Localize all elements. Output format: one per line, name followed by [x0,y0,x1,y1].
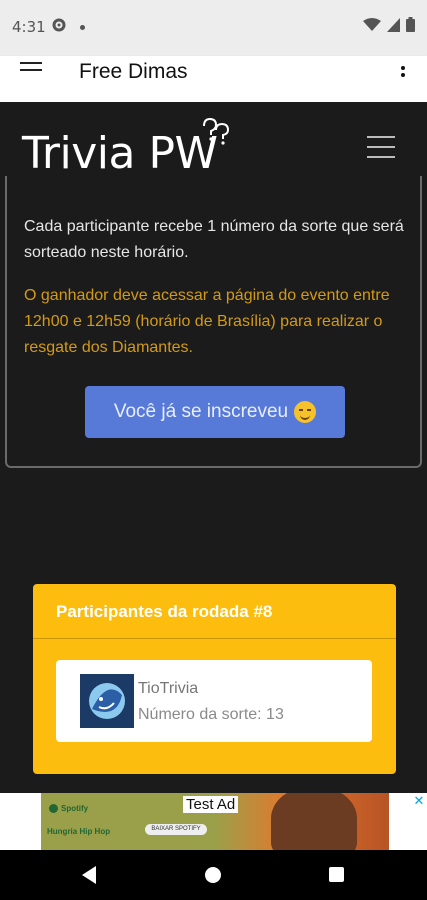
app-title: Free Dimas [79,60,188,83]
tiotrivia-avatar-icon [89,683,125,719]
participants-header: Participantes da rodada #8 [33,584,396,639]
registered-button-label: Você já se inscreveu [113,401,289,422]
menu-icon[interactable] [20,62,42,76]
app-bar: Free Dimas [0,56,427,102]
status-time: 4:31 [12,18,46,36]
smiling-face-icon [294,401,317,423]
signal-icon [387,17,400,32]
winner-info-text: O ganhador deve acessar a página do even… [24,287,390,356]
site-logo[interactable]: Trivia PW [22,128,218,179]
home-icon[interactable] [205,867,221,883]
registered-button[interactable]: Você já se inscreveu [85,386,345,438]
ad-cta-button[interactable]: BAIXAR SPOTIFY [145,824,207,835]
participants-title: Participantes da rodada #8 [56,602,273,621]
question-marks-icon [203,117,230,145]
settings-icon [52,18,66,32]
ad-close-icon[interactable]: ✕ [411,793,427,809]
participants-panel: Participantes da rodada #8 TioTrivia Núm… [33,584,396,774]
status-bar: 4:31 [0,0,427,56]
system-nav-bar [0,850,427,900]
battery-icon [406,17,415,32]
ad-person-image [271,793,357,850]
ad-banner[interactable]: Spotify Hungria Hip Hop BAIXAR SPOTIFY T… [0,793,427,850]
notification-dot-icon [80,25,85,30]
participant-info-text: Cada participante recebe 1 número da sor… [24,218,404,261]
back-icon[interactable] [82,866,96,884]
avatar [80,674,134,728]
status-icons [363,17,415,32]
event-card: Cada participante recebe 1 número da sor… [5,176,422,468]
more-vert-icon[interactable] [401,66,405,80]
recents-icon[interactable] [329,867,344,882]
test-ad-label: Test Ad [183,796,239,813]
participant-card: TioTrivia Número da sorte: 13 [56,660,372,742]
participant-name: TioTrivia [138,680,199,697]
spotify-logo: Spotify [49,804,88,813]
wifi-icon [363,17,381,31]
participant-lucky-number: Número da sorte: 13 [138,706,284,723]
spotify-icon [49,804,58,813]
ad-playlist: Hungria Hip Hop [47,827,111,836]
site-menu-icon[interactable] [367,136,395,166]
